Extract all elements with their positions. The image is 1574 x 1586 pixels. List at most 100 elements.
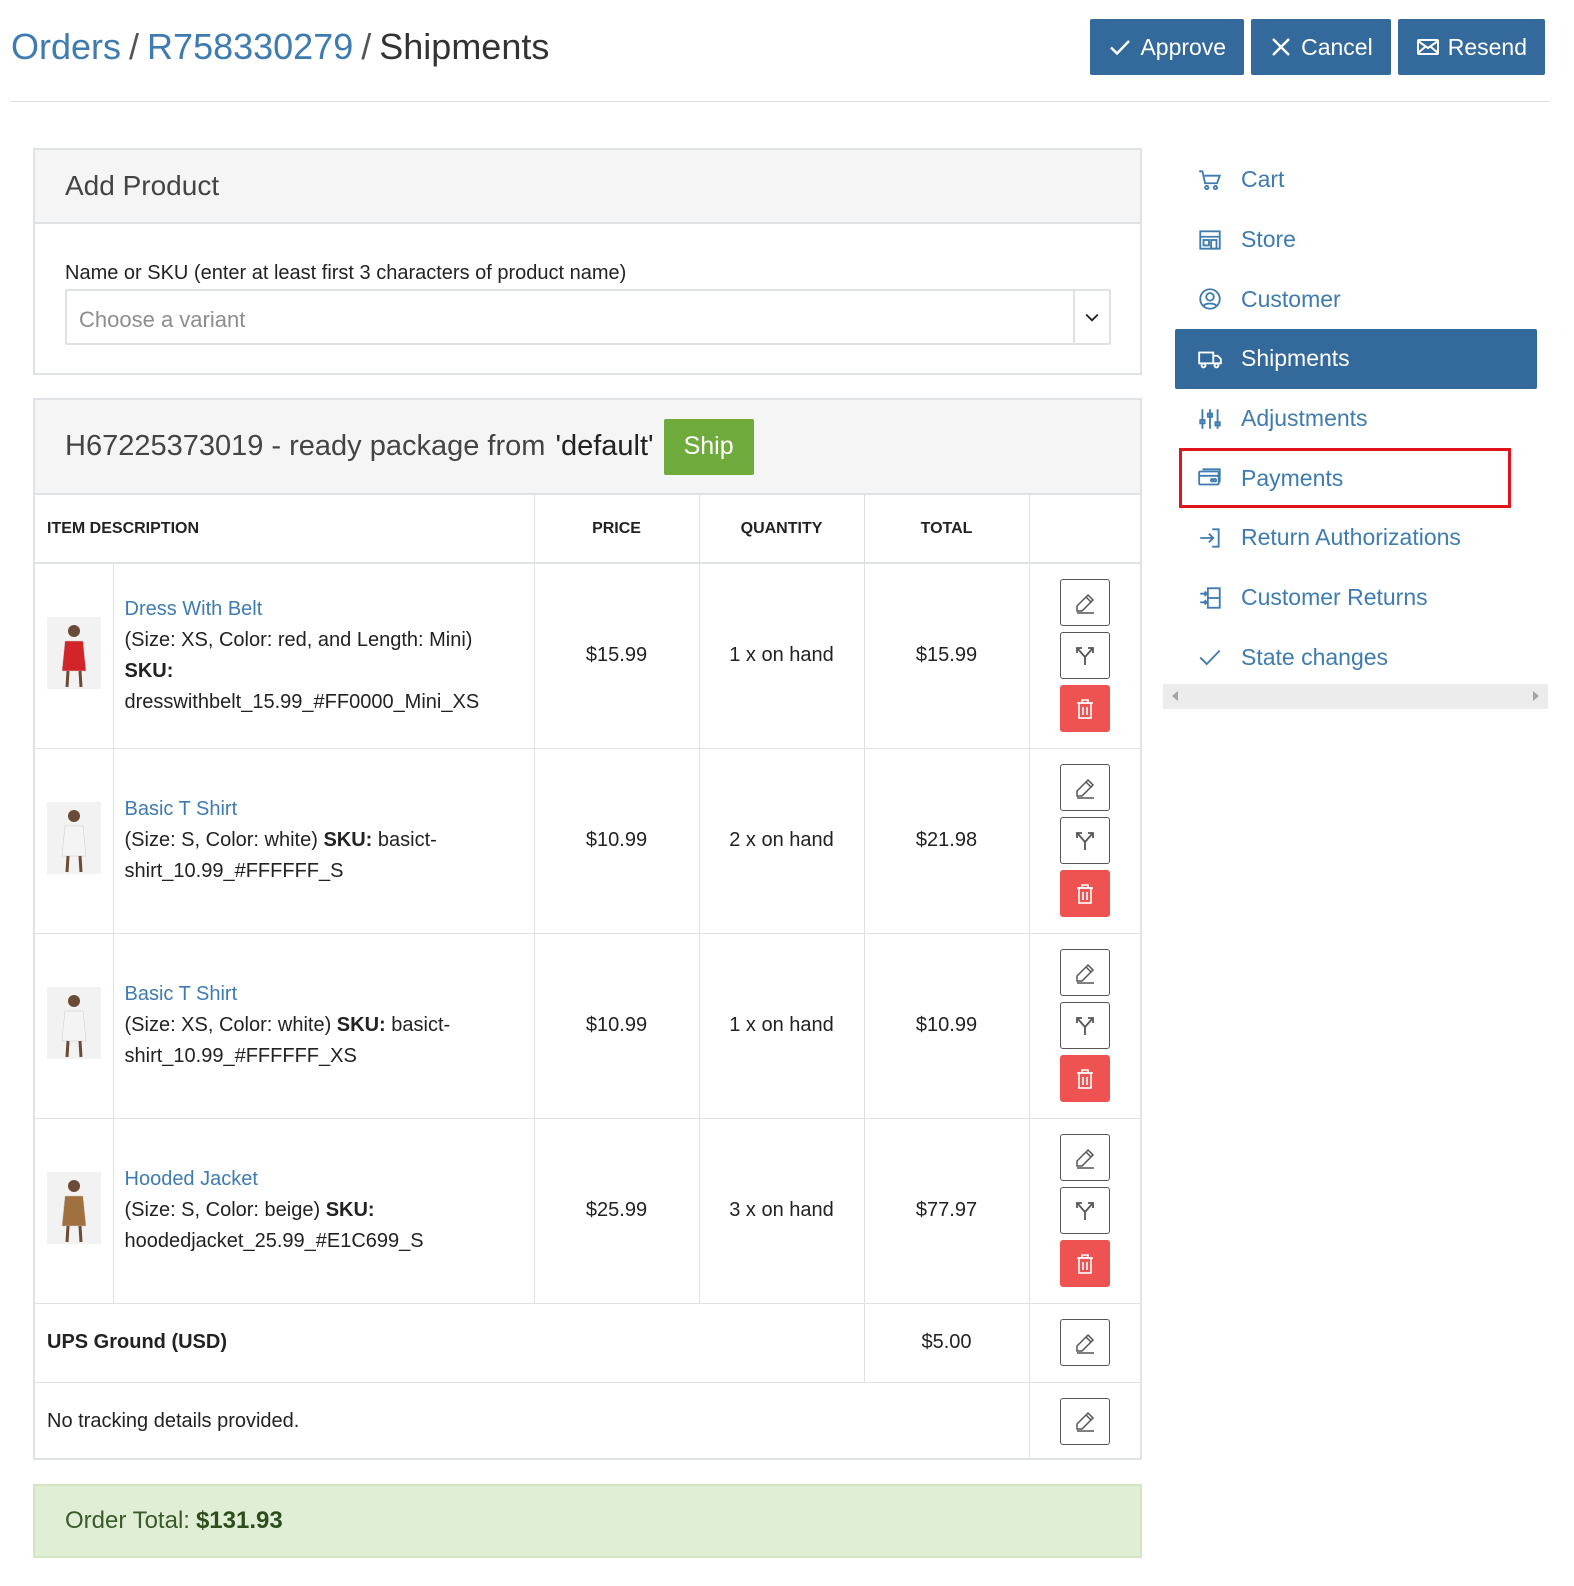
col-actions	[1029, 495, 1141, 564]
product-name-link[interactable]: Hooded Jacket	[125, 1168, 258, 1190]
user-circle-icon	[1199, 288, 1221, 310]
variant-select-placeholder: Choose a variant	[79, 307, 246, 332]
variant-select[interactable]: Choose a variant	[65, 289, 1111, 345]
sidebar-item-customer[interactable]: Customer	[1175, 269, 1537, 329]
store-icon	[1199, 229, 1221, 250]
add-product-panel: Add Product Name or SKU (enter at least …	[33, 148, 1142, 375]
stock-location: 'default'	[555, 430, 654, 462]
item-total: $10.99	[864, 933, 1030, 1119]
shipment-number: H67225373019	[65, 430, 264, 462]
split-item-button[interactable]	[1059, 1187, 1110, 1234]
envelope-icon	[1416, 39, 1439, 55]
item-total: $77.97	[864, 1118, 1030, 1304]
tracking-row: No tracking details provided.	[35, 1382, 1140, 1460]
delete-item-button[interactable]	[1059, 870, 1110, 917]
scroll-left-icon[interactable]	[1172, 691, 1178, 701]
delete-item-button[interactable]	[1059, 1055, 1110, 1102]
split-item-button[interactable]	[1059, 1002, 1110, 1049]
table-row: Basic T Shirt (Size: S, Color: white) SKU…	[35, 748, 1141, 934]
sidebar-horizontal-scrollbar[interactable]	[1163, 684, 1548, 709]
shipment-items-table: Item Description Price Quantity Total Dr…	[35, 495, 1141, 1460]
sidebar-item-payments[interactable]: Payments	[1175, 448, 1537, 508]
sidebar-item-label: Shipments	[1241, 345, 1350, 372]
sku-label: SKU:	[325, 1199, 375, 1221]
item-quantity: 1 x on hand	[699, 563, 865, 749]
delete-item-button[interactable]	[1059, 685, 1110, 733]
item-price: $15.99	[534, 563, 700, 749]
sidebar-item-label: Adjustments	[1241, 405, 1368, 432]
customer-returns-icon	[1200, 586, 1221, 609]
approve-button[interactable]: Approve	[1090, 19, 1245, 75]
pencil-icon	[1076, 1333, 1094, 1354]
col-total: Total	[864, 495, 1030, 564]
cancel-button[interactable]: Cancel	[1251, 19, 1391, 75]
sidebar-item-state-changes[interactable]: State changes	[1175, 628, 1537, 688]
table-row: Dress With Belt (Size: XS, Color: red, an…	[35, 563, 1141, 749]
sidebar-item-customer-returns[interactable]: Customer Returns	[1175, 568, 1537, 628]
product-thumbnail	[46, 801, 101, 874]
edit-item-button[interactable]	[1059, 764, 1110, 811]
sidebar-item-label: Payments	[1241, 464, 1344, 491]
sidebar-item-cart[interactable]: Cart	[1175, 150, 1537, 210]
chevron-down-icon[interactable]	[1073, 291, 1109, 343]
split-icon	[1075, 1016, 1094, 1035]
delete-item-button[interactable]	[1059, 1240, 1110, 1287]
sidebar-item-shipments[interactable]: Shipments	[1175, 329, 1537, 389]
page-header: Orders / R758330279/Shipments Approve Canc…	[11, 0, 1549, 102]
sidebar-item-label: Cart	[1241, 166, 1285, 193]
tracking-details: No tracking details provided.	[35, 1382, 1030, 1460]
variant-search-label: Name or SKU (enter at least first 3 char…	[65, 262, 627, 284]
sidebar-item-label: Customer	[1241, 285, 1341, 312]
product-sku: hoodedjacket_25.99_#E1C699_S	[124, 1230, 424, 1252]
product-name-link[interactable]: Dress With Belt	[125, 598, 263, 620]
order-total-value: $131.93	[195, 1507, 283, 1534]
credit-card-icon	[1198, 468, 1221, 486]
cart-icon	[1199, 170, 1222, 190]
shipping-cost: $5.00	[864, 1303, 1030, 1383]
breadcrumb-order-number[interactable]: R758330279	[147, 26, 353, 67]
edit-item-button[interactable]	[1059, 949, 1110, 996]
edit-item-button[interactable]	[1059, 579, 1110, 627]
item-total: $21.98	[864, 748, 1030, 934]
split-item-button[interactable]	[1059, 632, 1110, 680]
shipment-state: - ready package from	[271, 430, 546, 462]
pencil-icon	[1076, 1412, 1094, 1432]
item-price: $10.99	[534, 748, 700, 934]
split-icon	[1075, 1201, 1094, 1220]
add-product-heading: Add Product	[35, 150, 1140, 224]
ship-button[interactable]: Ship	[663, 418, 754, 475]
edit-shipping-button[interactable]	[1059, 1319, 1110, 1366]
sku-label: SKU:	[323, 829, 373, 851]
col-price: Price	[534, 495, 700, 564]
breadcrumb: Orders / R758330279/Shipments	[11, 26, 549, 68]
product-options: (Size: S, Color: beige)	[124, 1199, 321, 1221]
split-item-button[interactable]	[1059, 817, 1110, 864]
edit-tracking-button[interactable]	[1059, 1397, 1110, 1445]
truck-icon	[1198, 351, 1222, 369]
table-row: Basic T Shirt (Size: XS, Color: white) SK…	[35, 933, 1141, 1119]
pencil-icon	[1076, 593, 1094, 614]
scroll-right-icon[interactable]	[1533, 691, 1539, 701]
sidebar-item-return-authorizations[interactable]: Return Authorizations	[1175, 508, 1537, 568]
sidebar-item-adjustments[interactable]: Adjustments	[1175, 389, 1537, 449]
split-icon	[1075, 646, 1094, 665]
shipment-heading: H67225373019 - ready package from 'defaul…	[35, 400, 1140, 495]
return-icon	[1200, 528, 1220, 548]
resend-button-label: Resend	[1447, 33, 1527, 60]
order-total-bar: Order Total: $131.93	[33, 1484, 1142, 1558]
order-total-label: Order Total:	[65, 1507, 190, 1534]
sidebar-item-label: State changes	[1241, 643, 1389, 670]
shipping-method: UPS Ground (USD)	[35, 1303, 865, 1383]
breadcrumb-orders[interactable]: Orders	[11, 26, 121, 67]
item-quantity: 1 x on hand	[699, 933, 865, 1119]
product-name-link[interactable]: Basic T Shirt	[125, 983, 238, 1005]
item-quantity: 2 x on hand	[699, 748, 865, 934]
cancel-button-label: Cancel	[1301, 33, 1373, 60]
product-options: (Size: S, Color: white)	[124, 829, 318, 851]
edit-item-button[interactable]	[1059, 1134, 1110, 1181]
split-icon	[1075, 831, 1094, 850]
sidebar-item-store[interactable]: Store	[1175, 210, 1537, 270]
resend-button[interactable]: Resend	[1397, 19, 1545, 75]
pencil-icon	[1076, 778, 1094, 799]
product-name-link[interactable]: Basic T Shirt	[125, 798, 238, 820]
